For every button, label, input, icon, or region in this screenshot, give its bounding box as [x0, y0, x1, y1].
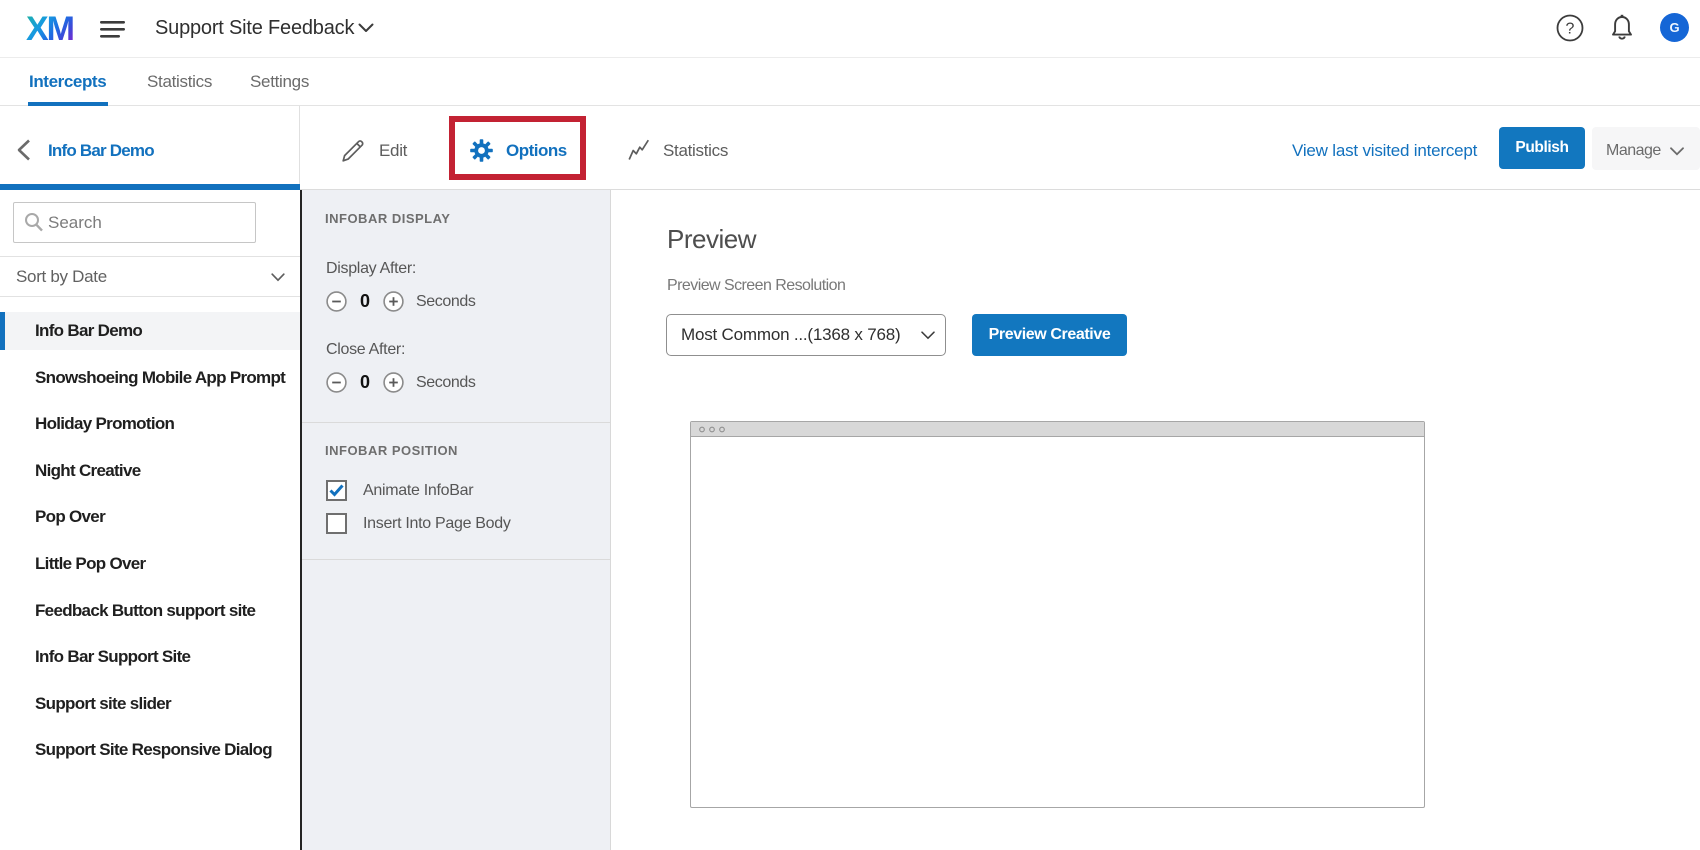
svg-text:XM: XM	[26, 13, 74, 45]
svg-text:?: ?	[1566, 21, 1575, 38]
